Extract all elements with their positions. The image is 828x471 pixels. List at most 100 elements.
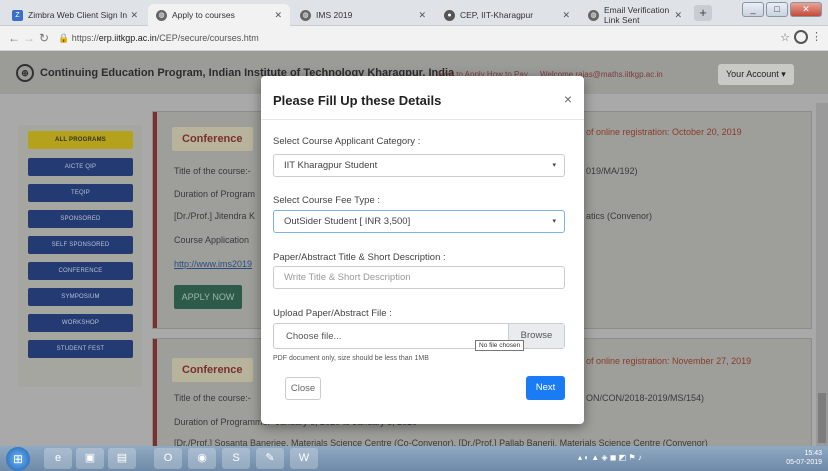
- course-title-label: Title of the course:-: [174, 166, 251, 176]
- zimbra-icon: Z: [12, 9, 23, 21]
- course-application-line: Course Application: [174, 235, 250, 245]
- bookmark-star-icon[interactable]: ☆: [780, 31, 790, 44]
- page-scrollbar[interactable]: [816, 103, 828, 446]
- sidebar-item-student-fest[interactable]: STUDENT FEST: [28, 340, 133, 358]
- maximize-icon[interactable]: □: [766, 2, 788, 17]
- registration-deadline: of online registration: October 20, 2019: [586, 127, 742, 137]
- card-badge: Conference: [172, 358, 253, 382]
- minimize-icon[interactable]: _: [742, 2, 764, 17]
- chevron-down-icon: ▾: [552, 218, 556, 225]
- reload-icon[interactable]: ↻: [39, 31, 49, 45]
- explorer-icon[interactable]: ▣: [76, 448, 104, 469]
- card-badge: Conference: [172, 127, 253, 151]
- forward-icon[interactable]: →: [23, 31, 35, 45]
- category-label: Select Course Applicant Category :: [273, 136, 421, 147]
- url-path: /CEP/secure/courses.htm: [156, 33, 259, 43]
- sidebar-item-teqip[interactable]: TEQIP: [28, 184, 133, 202]
- paper-label: Paper/Abstract Title & Short Description…: [273, 252, 446, 263]
- course-convenor: atics (Convenor): [586, 211, 653, 221]
- chevron-down-icon: ▾: [552, 162, 556, 169]
- system-tray[interactable]: ▴ ◐ ▲ ◈ ◼ ◩ ⚑ ♪: [578, 453, 642, 462]
- paint-icon[interactable]: ✎: [256, 448, 284, 469]
- close-button[interactable]: Close: [285, 377, 321, 400]
- course-duration: Duration of Program: [174, 189, 256, 199]
- back-icon[interactable]: ←: [8, 31, 20, 45]
- close-tab-icon[interactable]: ✕: [418, 10, 426, 21]
- modal-header: Please Fill Up these Details ×: [261, 76, 584, 120]
- course-code: 019/MA/192): [586, 166, 638, 176]
- sidebar-item-aicte-qip[interactable]: AICTE QIP: [28, 158, 133, 176]
- tab-label: Zimbra Web Client Sign In: [28, 10, 128, 20]
- window-controls: _ □ ✕: [742, 2, 822, 17]
- sidebar-item-sponsored[interactable]: SPONSORED: [28, 210, 133, 228]
- menu-kebab-icon[interactable]: ⋮: [811, 30, 822, 43]
- clock-time: 15:43: [804, 450, 822, 457]
- fee-type-select[interactable]: OutSider Student [ INR 3,500] ▾: [273, 210, 565, 233]
- file-name-placeholder: Choose file...: [286, 331, 342, 342]
- clock-date: 05-07-2019: [786, 459, 822, 466]
- url-domain: erp.iitkgp.ac.in: [98, 33, 157, 43]
- close-tab-icon[interactable]: ✕: [274, 10, 282, 21]
- course-link[interactable]: http://www.ims2019: [174, 259, 252, 269]
- upload-hint: PDF document only, size should be less t…: [273, 355, 429, 362]
- sidebar-item-all-programs[interactable]: ALL PROGRAMS: [28, 131, 133, 149]
- close-tab-icon[interactable]: ✕: [674, 10, 682, 21]
- your-account-button[interactable]: Your Account ▾: [718, 64, 794, 85]
- details-modal: Please Fill Up these Details × Select Co…: [261, 76, 584, 424]
- clock[interactable]: 15:43 05-07-2019: [786, 449, 822, 467]
- modal-title: Please Fill Up these Details: [273, 93, 442, 108]
- tab-label: IMS 2019: [316, 10, 353, 20]
- apply-now-button[interactable]: APPLY NOW: [174, 285, 242, 309]
- close-tab-icon[interactable]: ✕: [562, 10, 570, 21]
- skype-icon[interactable]: S: [222, 448, 250, 469]
- tab-zimbra[interactable]: Z Zimbra Web Client Sign In ✕: [4, 4, 146, 26]
- tab-label: Email Verification Link Sent: [604, 5, 670, 25]
- ie-icon[interactable]: e: [44, 448, 72, 469]
- close-tab-icon[interactable]: ✕: [130, 10, 138, 21]
- fee-type-label: Select Course Fee Type :: [273, 195, 381, 206]
- tab-label: CEP, IIT-Kharagpur: [460, 10, 534, 20]
- category-value: IIT Kharagpur Student: [284, 160, 378, 171]
- sidebar-item-self-sponsored[interactable]: SELF SPONSORED: [28, 236, 133, 254]
- close-icon[interactable]: ×: [564, 91, 572, 107]
- paper-title-input[interactable]: Write Title & Short Description: [273, 266, 565, 289]
- sidebar-item-symposium[interactable]: SYMPOSIUM: [28, 288, 133, 306]
- profile-icon[interactable]: [794, 30, 808, 44]
- upload-label: Upload Paper/Abstract File :: [273, 308, 392, 319]
- screen: Z Zimbra Web Client Sign In ✕ ◍ Apply to…: [0, 0, 828, 471]
- tab-cep[interactable]: ● CEP, IIT-Kharagpur ✕: [436, 4, 578, 26]
- fee-type-value: OutSider Student [ INR 3,500]: [284, 216, 411, 227]
- globe-icon: ◍: [300, 9, 311, 21]
- globe-icon: ◍: [156, 9, 167, 21]
- address-bar: ← → ↻ 🔒 https://erp.iitkgp.ac.in/CEP/sec…: [0, 26, 828, 51]
- globe-icon: ◍: [588, 9, 599, 21]
- os-taskbar: ⊞ e ▣ ▤ O ◉ S ✎ W ▴ ◐ ▲ ◈ ◼ ◩ ⚑ ♪ 15:43 …: [0, 446, 828, 471]
- lock-icon: 🔒: [58, 33, 72, 43]
- program-sidebar: ALL PROGRAMS AICTE QIP TEQIP SPONSORED S…: [18, 125, 142, 387]
- file-tooltip: No file chosen: [475, 340, 525, 351]
- applicant-category-select[interactable]: IIT Kharagpur Student ▾: [273, 154, 565, 177]
- firefox-icon[interactable]: ◉: [188, 448, 216, 469]
- tab-apply[interactable]: ◍ Apply to courses ✕: [148, 4, 290, 26]
- opera-icon[interactable]: O: [154, 448, 182, 469]
- course-faculty: [Dr./Prof.] Jitendra K: [174, 211, 256, 221]
- close-window-icon[interactable]: ✕: [790, 2, 822, 17]
- sidebar-item-conference[interactable]: CONFERENCE: [28, 262, 133, 280]
- course-title-label: Title of the course:-: [174, 393, 251, 403]
- scrollbar-thumb[interactable]: [818, 393, 826, 443]
- folder-icon[interactable]: ▤: [108, 448, 136, 469]
- browser-tab-bar: Z Zimbra Web Client Sign In ✕ ◍ Apply to…: [0, 0, 828, 26]
- next-button[interactable]: Next: [526, 376, 565, 400]
- sidebar-item-workshop[interactable]: WORKSHOP: [28, 314, 133, 332]
- url-field[interactable]: 🔒 https://erp.iitkgp.ac.in/CEP/secure/co…: [58, 29, 758, 48]
- start-icon[interactable]: ⊞: [6, 447, 30, 471]
- url-prefix: https://: [71, 33, 99, 43]
- new-tab-button[interactable]: +: [694, 5, 712, 21]
- tab-email[interactable]: ◍ Email Verification Link Sent ✕: [580, 4, 690, 26]
- tab-ims[interactable]: ◍ IMS 2019 ✕: [292, 4, 434, 26]
- tab-label: Apply to courses: [172, 10, 235, 20]
- word-icon[interactable]: W: [290, 448, 318, 469]
- iit-logo-icon: ●: [444, 9, 455, 21]
- iit-logo-icon: ⊕: [16, 64, 34, 82]
- registration-deadline: of online registration: November 27, 201…: [586, 356, 752, 366]
